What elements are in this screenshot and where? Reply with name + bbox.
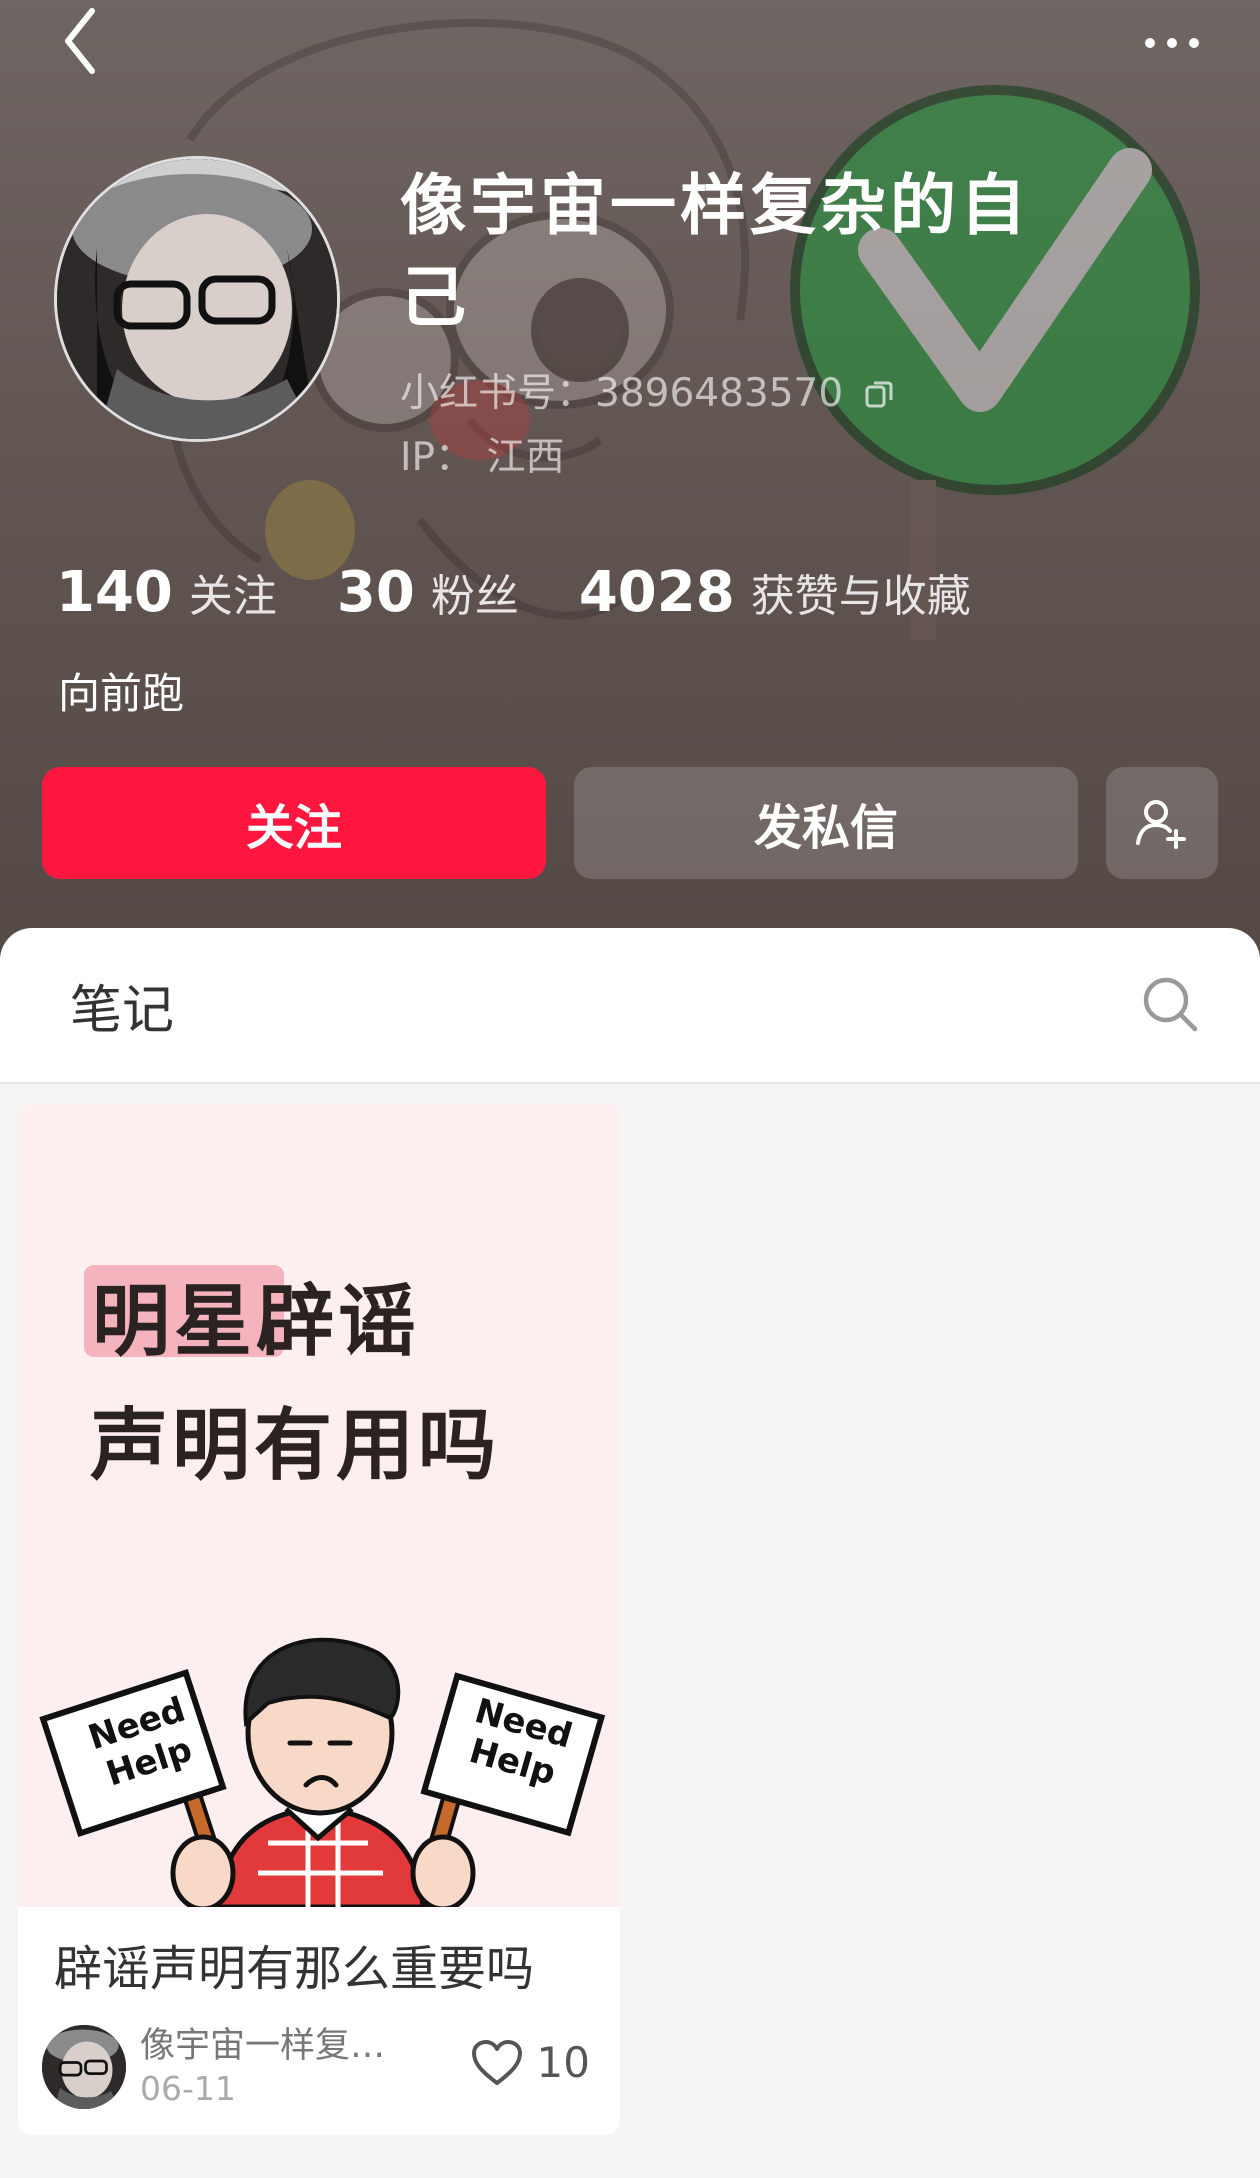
stat-followers-count: 30	[336, 560, 415, 625]
ip-location: IP： 江西	[400, 430, 564, 486]
stat-following-label: 关注	[188, 571, 277, 622]
stat-followers[interactable]: 30 粉丝	[337, 560, 519, 625]
note-author-avatar[interactable]	[42, 2025, 126, 2109]
back-button[interactable]	[50, 0, 110, 80]
message-button[interactable]: 发私信	[574, 767, 1078, 879]
search-icon	[1143, 977, 1198, 1032]
ip-value: 江西	[486, 435, 565, 480]
avatar-image	[57, 159, 337, 439]
content-tabbar: 笔记	[0, 928, 1260, 1084]
note-date: 06-11	[140, 2069, 236, 2108]
profile-stats: 140 关注 30 粉丝 4028 获赞与收藏	[56, 560, 1031, 632]
note-author-name[interactable]: 像宇宙一样复…	[140, 2017, 385, 2068]
stat-followers-label: 粉丝	[430, 571, 519, 622]
stat-following-count: 140	[56, 560, 173, 625]
follow-button[interactable]: 关注	[42, 767, 546, 879]
note-cover: 明星辟谣 声明有用吗 Need Help Need Help	[18, 1103, 620, 1907]
avatar-image	[42, 2025, 126, 2109]
profile-bio: 向前跑	[58, 669, 185, 718]
ip-label: IP：	[400, 435, 475, 480]
stat-likes-label: 获赞与收藏	[750, 571, 971, 622]
more-button[interactable]	[1132, 18, 1212, 68]
stat-likes-count: 4028	[578, 560, 735, 625]
heart-icon	[471, 2039, 522, 2085]
search-button[interactable]	[1138, 972, 1202, 1036]
profile-header: 像宇宙一样复杂的自己 小红书号： 3896483570 IP： 江西 140 关…	[0, 0, 1260, 960]
more-horizontal-icon	[1145, 38, 1155, 48]
note-card[interactable]: 明星辟谣 声明有用吗 Need Help Need Help 辟谣声明有那么重要…	[18, 1103, 620, 2135]
note-title: 辟谣声明有那么重要吗	[54, 1941, 535, 1997]
red-id-value: 3896483570	[595, 371, 844, 416]
like-button[interactable]: 10	[471, 2038, 590, 2087]
profile-nickname: 像宇宙一样复杂的自己	[400, 167, 1030, 336]
add-user-icon	[1136, 800, 1186, 849]
red-id: 小红书号： 3896483570	[400, 366, 895, 422]
copy-icon[interactable]	[863, 378, 895, 410]
like-count: 10	[536, 2038, 590, 2087]
profile-avatar[interactable]	[54, 156, 340, 442]
red-id-label: 小红书号：	[400, 371, 596, 416]
chevron-left-icon	[65, 8, 95, 74]
stat-likes[interactable]: 4028 获赞与收藏	[579, 560, 971, 625]
add-friend-button[interactable]	[1106, 767, 1218, 879]
tab-notes[interactable]: 笔记	[70, 968, 174, 1043]
stat-following[interactable]: 140 关注	[56, 560, 277, 625]
